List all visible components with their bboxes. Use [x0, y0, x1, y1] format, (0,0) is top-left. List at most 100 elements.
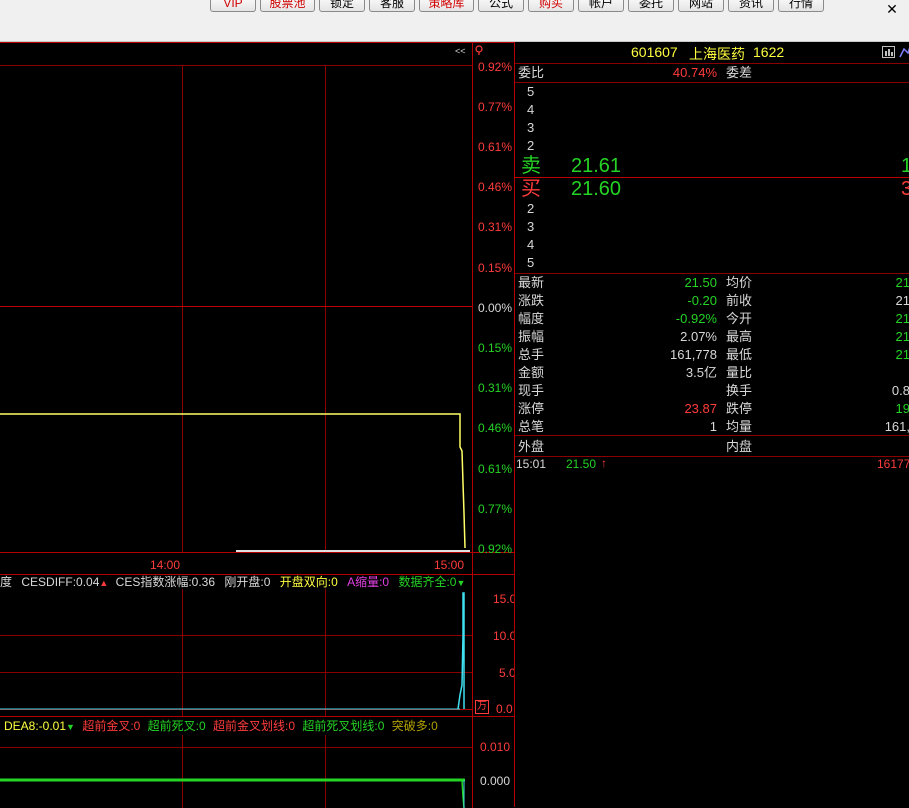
toolbar-button-order[interactable]: 委托 — [628, 0, 674, 12]
stat-value: 1 — [709, 419, 717, 434]
buy-level: 5 — [527, 255, 535, 270]
stat-label: 总手 — [518, 347, 545, 362]
stat-value: 21 — [895, 275, 909, 290]
toolbar-button-news[interactable]: 资讯 — [728, 0, 774, 12]
pct-label: 0.92% — [478, 60, 513, 74]
toolbar-button-quotes[interactable]: 行情 — [778, 0, 824, 12]
stat-value: 2.07% — [680, 329, 717, 344]
axis-label: 15.0 — [493, 592, 517, 606]
pct-label: 0.61% — [478, 462, 513, 476]
stat-label: 跌停 — [726, 401, 753, 416]
tick-price: 21.50 — [566, 457, 597, 471]
pct-label: 0.15% — [478, 341, 513, 355]
time-label: 14:00 — [150, 558, 181, 572]
waipan-label: 外盘 — [518, 439, 545, 454]
stat-label: 振幅 — [518, 329, 545, 344]
stat-label: 金额 — [518, 365, 545, 380]
buy1-label: 买 — [521, 178, 541, 200]
stat-label: 前收 — [726, 293, 753, 308]
buy-level: 4 — [527, 237, 535, 252]
unit-toggle-icon[interactable]: 万 — [475, 700, 489, 714]
toolbar-button-service[interactable]: 客服 — [369, 0, 415, 12]
stock-code: 601607 — [631, 44, 678, 60]
stat-label: 最低 — [726, 347, 753, 362]
sell-level: 5 — [527, 84, 535, 99]
stat-label: 换手 — [726, 383, 753, 398]
stat-label: 均价 — [726, 275, 753, 290]
pct-label: 0.46% — [478, 180, 513, 194]
time-label: 15:00 — [434, 558, 465, 572]
pct-label: 0.92% — [478, 542, 513, 556]
stat-label: 幅度 — [518, 311, 545, 326]
stat-label: 最高 — [726, 329, 753, 344]
tick-row[interactable]: 15:01 21.50 ↑ 16177 — [515, 456, 909, 472]
up-arrow-icon: ↑ — [601, 456, 607, 470]
webi-value: 40.74% — [672, 65, 717, 80]
stat-label: 涨停 — [518, 401, 545, 416]
pct-label: 0.77% — [478, 502, 513, 516]
buy1-price[interactable]: 21.60 — [571, 177, 621, 201]
stat-label: 今开 — [726, 311, 753, 326]
close-icon[interactable]: ✕ — [877, 2, 907, 20]
toolbar-button-buy[interactable]: 购买 — [528, 0, 574, 12]
stat-value: 21 — [895, 347, 909, 362]
buy-level: 3 — [527, 219, 535, 234]
sell1-label: 卖 — [521, 155, 541, 177]
tick-volume: 16177 — [877, 457, 909, 471]
stat-value: 21 — [895, 311, 909, 326]
macd-indicator-panel[interactable]: DEA8:-0.01▼ 超前金叉:0 超前死叉:0 超前金叉划线:0 超前死叉划… — [0, 716, 514, 808]
stat-value: 23.87 — [684, 401, 717, 416]
stat-label: 量比 — [726, 365, 753, 380]
weicha-label: 委差 — [726, 65, 753, 80]
pin-icon[interactable] — [474, 45, 484, 55]
price-axis-border — [472, 43, 473, 575]
pct-label: 0.77% — [478, 100, 513, 114]
stock-extra: 1622 — [753, 44, 785, 60]
stats-grid: 最新 21.50 均价 21 涨跌 -0.20 前收 21 幅度 -0.92% … — [515, 275, 909, 437]
neipan-label: 内盘 — [726, 439, 753, 454]
pct-label: 0.61% — [478, 140, 513, 154]
stat-value: 19 — [895, 401, 909, 416]
stat-label: 现手 — [518, 383, 545, 398]
pct-label: 0.00% — [478, 301, 513, 315]
stat-value: 161, — [884, 419, 909, 434]
sell-level: 4 — [527, 102, 535, 117]
buy1-volume: 3 — [901, 178, 909, 200]
stat-value: 21.50 — [684, 275, 717, 290]
toolbar-button-strategy[interactable]: 策略库 — [419, 0, 474, 12]
separator — [515, 63, 909, 64]
top-toolbar: VIP 股票池 锁定 客服 策略库 公式 购买 帐户 委托 网站 资讯 行情 ✕ — [0, 0, 909, 42]
separator — [515, 273, 909, 274]
toolbar-button-lock[interactable]: 锁定 — [319, 0, 365, 12]
stat-value: 21 — [895, 293, 909, 308]
axis-border — [472, 717, 473, 808]
stat-label: 最新 — [518, 275, 545, 290]
settings-icon[interactable] — [899, 46, 909, 58]
pct-label: 0.15% — [478, 261, 513, 275]
stock-header[interactable]: 601607 上海医药 1622 — [515, 42, 909, 62]
axis-border — [472, 575, 473, 717]
axis-label: 0.000 — [480, 774, 511, 788]
volume-indicator-panel[interactable]: 度 CESDIFF:0.04▲ CES指数涨幅:0.36 刚开盘:0 开盘双向:… — [0, 574, 517, 717]
sell1-volume: 1 — [901, 155, 909, 177]
stat-label: 均量 — [726, 419, 753, 434]
axis-label: 10.0 — [493, 629, 517, 643]
pct-label: 0.31% — [478, 381, 513, 395]
toolbar-button-stock-pool[interactable]: 股票池 — [260, 0, 315, 12]
sell1-price[interactable]: 21.61 — [571, 154, 621, 178]
intraday-chart[interactable]: << 0.92% 0.77% 0.61% 0.46% 0.31% 0.15% 0… — [0, 42, 514, 575]
stat-value: 21 — [895, 329, 909, 344]
toolbar-button-account[interactable]: 帐户 — [578, 0, 624, 12]
webi-label: 委比 — [518, 65, 545, 80]
stat-value: 3.5亿 — [685, 365, 717, 380]
toolbar-button-website[interactable]: 网站 — [678, 0, 724, 12]
stat-value: -0.20 — [687, 293, 717, 308]
toolbar-button-formula[interactable]: 公式 — [478, 0, 524, 12]
stat-value: 161,778 — [670, 347, 717, 362]
separator — [515, 435, 909, 436]
chart-toggle-icon[interactable] — [882, 46, 895, 58]
toolbar-button-vip[interactable]: VIP — [210, 0, 256, 12]
pct-label: 0.31% — [478, 220, 513, 234]
stat-label: 总笔 — [518, 419, 545, 434]
tick-time: 15:01 — [516, 457, 547, 471]
